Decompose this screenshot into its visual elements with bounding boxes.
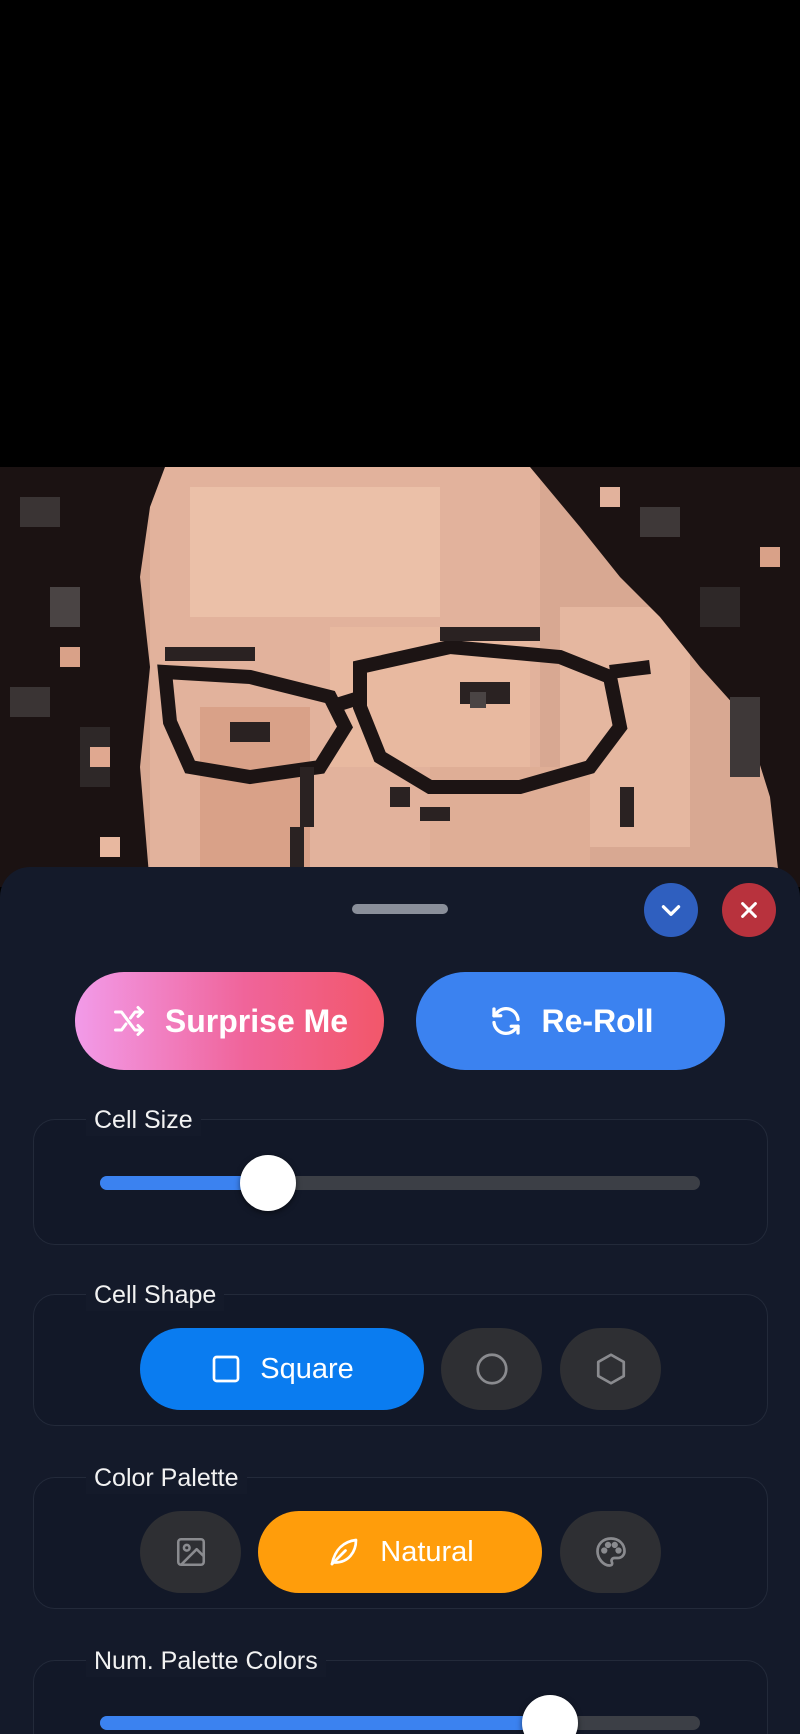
cell-shape-group: Cell Shape Square xyxy=(33,1279,768,1426)
close-icon xyxy=(741,902,757,918)
num-palette-colors-label: Num. Palette Colors xyxy=(86,1645,326,1677)
num-palette-colors-group: Num. Palette Colors xyxy=(33,1645,768,1734)
palette-option-natural-label: Natural xyxy=(380,1535,474,1568)
image-icon xyxy=(176,1537,205,1567)
close-button[interactable] xyxy=(722,883,776,937)
surprise-me-button[interactable]: Surprise Me xyxy=(75,972,384,1070)
settings-sheet: Surprise Me Re-Roll Cell Size Cell Shape… xyxy=(0,867,800,1734)
shuffle-icon xyxy=(113,1006,144,1036)
reroll-label: Re-Roll xyxy=(541,1002,654,1039)
pixelated-portrait-image xyxy=(0,467,800,887)
cell-size-slider[interactable] xyxy=(100,1155,700,1211)
refresh-icon xyxy=(491,1007,520,1035)
palette-option-image[interactable] xyxy=(140,1511,241,1593)
leaf-icon xyxy=(330,1538,358,1566)
color-palette-label: Color Palette xyxy=(86,1462,247,1494)
hexagon-icon xyxy=(596,1353,625,1385)
shape-option-square[interactable]: Square xyxy=(140,1328,424,1410)
cell-size-label: Cell Size xyxy=(86,1104,201,1136)
palette-option-natural[interactable]: Natural xyxy=(258,1511,542,1593)
black-backdrop xyxy=(0,0,800,467)
num-palette-colors-slider[interactable] xyxy=(100,1695,700,1734)
num-palette-colors-slider-fill xyxy=(100,1716,550,1730)
palette-option-custom[interactable] xyxy=(560,1511,661,1593)
drag-handle[interactable] xyxy=(352,904,448,914)
color-palette-group: Color Palette Natural xyxy=(33,1462,768,1609)
circle-icon xyxy=(475,1353,508,1385)
square-icon xyxy=(212,1355,240,1383)
shape-option-hexagon[interactable] xyxy=(560,1328,661,1410)
surprise-me-label: Surprise Me xyxy=(164,1002,349,1039)
num-palette-colors-slider-thumb[interactable] xyxy=(522,1695,578,1734)
collapse-button[interactable] xyxy=(644,883,698,937)
cell-size-group: Cell Size xyxy=(33,1104,768,1245)
shape-option-square-label: Square xyxy=(260,1352,354,1385)
cell-shape-label: Cell Shape xyxy=(86,1279,225,1311)
shape-option-circle[interactable] xyxy=(441,1328,542,1410)
cell-size-slider-thumb[interactable] xyxy=(240,1155,296,1211)
palette-icon xyxy=(595,1537,626,1567)
chevron-down-icon xyxy=(661,905,681,916)
reroll-button[interactable]: Re-Roll xyxy=(416,972,725,1070)
